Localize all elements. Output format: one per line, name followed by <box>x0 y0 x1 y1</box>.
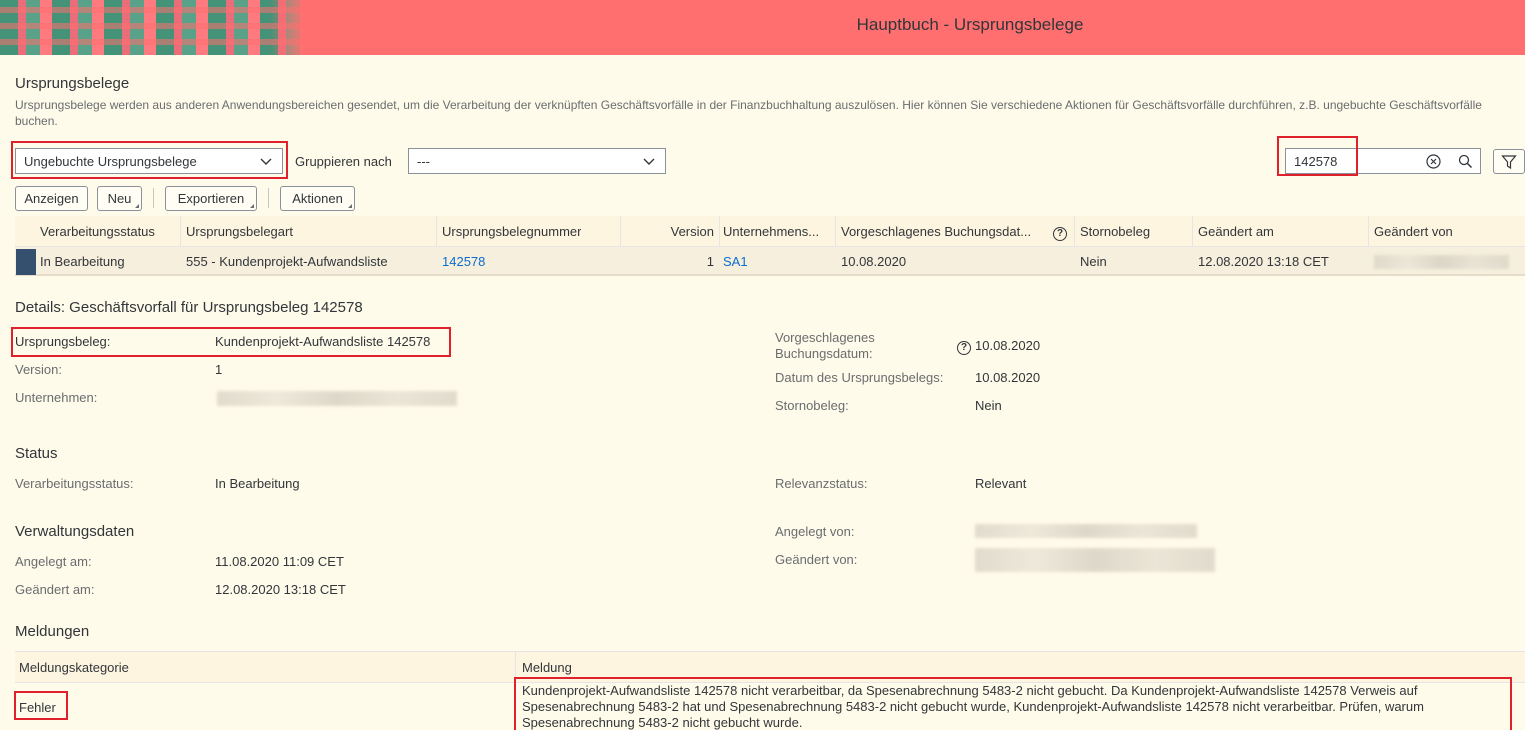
changed-by-label: Geändert von: <box>775 552 858 567</box>
row-status: In Bearbeitung <box>40 254 125 269</box>
filter-button[interactable] <box>1493 149 1525 174</box>
toolbar-separator <box>153 188 154 208</box>
row-reversal: Nein <box>1080 254 1107 269</box>
highlight-box <box>514 677 1512 730</box>
changed-on-value: 12.08.2020 13:18 CET <box>215 582 346 597</box>
row-company-link[interactable]: SA1 <box>723 254 748 269</box>
version-value: 1 <box>215 362 223 377</box>
row-number-link[interactable]: 142578 <box>442 254 485 269</box>
created-on-value: 11.08.2020 11:09 CET <box>215 554 344 569</box>
new-button-label: Neu <box>107 191 132 206</box>
version-label: Version: <box>15 362 62 377</box>
col-header-company[interactable]: Unternehmens... <box>723 224 835 239</box>
doc-date-label: Datum des Ursprungsbelegs: <box>775 370 944 385</box>
col-header-category[interactable]: Meldungskategorie <box>19 660 129 675</box>
highlight-box <box>1277 136 1358 176</box>
actions-button[interactable]: Aktionen <box>280 186 355 211</box>
filter-icon <box>1501 155 1517 170</box>
row-type: 555 - Kundenprojekt-Aufwandsliste <box>186 254 388 269</box>
chevron-down-icon <box>643 158 655 165</box>
proc-status-value: In Bearbeitung <box>215 476 300 491</box>
posting-date-label: Vorgeschlagenes Buchungsdatum: <box>775 330 875 361</box>
help-icon[interactable]: ? <box>957 338 971 355</box>
row-selection-indicator <box>16 249 36 275</box>
show-button[interactable]: Anzeigen <box>15 186 88 211</box>
highlight-box <box>11 141 288 179</box>
row-changed-on: 12.08.2020 13:18 CET <box>1198 254 1329 269</box>
row-version: 1 <box>706 254 714 269</box>
changed-on-label: Geändert am: <box>15 582 95 597</box>
table-row[interactable]: In Bearbeitung 555 - Kundenprojekt-Aufwa… <box>15 247 1525 276</box>
proc-status-label: Verarbeitungsstatus: <box>15 476 134 491</box>
col-header-type[interactable]: Ursprungsbelegart <box>186 224 293 239</box>
created-by-label: Angelegt von: <box>775 524 855 539</box>
new-button[interactable]: Neu <box>97 186 142 211</box>
company-label: Unternehmen: <box>15 390 98 405</box>
col-header-number[interactable]: Ursprungsbelegnummer <box>442 224 581 239</box>
search-icon[interactable] <box>1458 154 1473 169</box>
col-header-message[interactable]: Meldung <box>522 660 572 675</box>
col-header-version[interactable]: Version <box>626 224 714 239</box>
export-button[interactable]: Exportieren <box>165 186 257 211</box>
group-by-label: Gruppieren nach <box>295 154 392 169</box>
admin-title: Verwaltungsdaten <box>15 523 135 540</box>
group-by-select[interactable]: --- <box>408 148 666 174</box>
reversal-value: Nein <box>975 398 1002 413</box>
relevance-label: Relevanzstatus: <box>775 476 868 491</box>
messages-title: Meldungen <box>15 623 90 640</box>
highlight-box <box>14 691 68 720</box>
highlight-box <box>11 327 451 357</box>
help-icon[interactable]: ? <box>1053 224 1067 241</box>
actions-button-label: Aktionen <box>292 191 343 206</box>
reversal-label: Stornobeleg: <box>775 398 849 413</box>
page-description: Ursprungsbelege werden aus anderen Anwen… <box>15 98 1482 128</box>
col-header-changed-by[interactable]: Geändert von <box>1374 224 1453 239</box>
col-header-status[interactable]: Verarbeitungsstatus <box>40 224 155 239</box>
col-header-posting-date[interactable]: Vorgeschlagenes Buchungsdat... <box>841 224 1046 239</box>
col-header-changed-on[interactable]: Geändert am <box>1198 224 1274 239</box>
toolbar-separator <box>268 188 269 208</box>
created-on-label: Angelegt am: <box>15 554 92 569</box>
status-title: Status <box>15 445 58 462</box>
doc-date-value: 10.08.2020 <box>975 370 1041 385</box>
col-header-reversal[interactable]: Stornobeleg <box>1080 224 1150 239</box>
details-title: Details: Geschäftsvorfall für Ursprungsb… <box>15 299 363 316</box>
redacted-company <box>217 391 457 406</box>
redacted-user <box>1374 255 1509 269</box>
table-header: Verarbeitungsstatus Ursprungsbelegart Ur… <box>15 216 1525 247</box>
relevance-value: Relevant <box>975 476 1027 491</box>
app-title: Hauptbuch - Ursprungsbelege <box>856 15 1084 34</box>
shell-bar: Hauptbuch - Ursprungsbelege <box>0 0 1525 55</box>
export-button-label: Exportieren <box>177 191 245 206</box>
posting-date-value: 10.08.2020 <box>975 338 1041 353</box>
redacted-created-by <box>975 524 1197 538</box>
group-by-value: --- <box>417 154 430 169</box>
row-posting-date: 10.08.2020 <box>841 254 907 269</box>
page-title: Ursprungsbelege <box>15 75 130 92</box>
clear-icon[interactable] <box>1426 154 1441 169</box>
redacted-changed-by <box>975 548 1215 572</box>
